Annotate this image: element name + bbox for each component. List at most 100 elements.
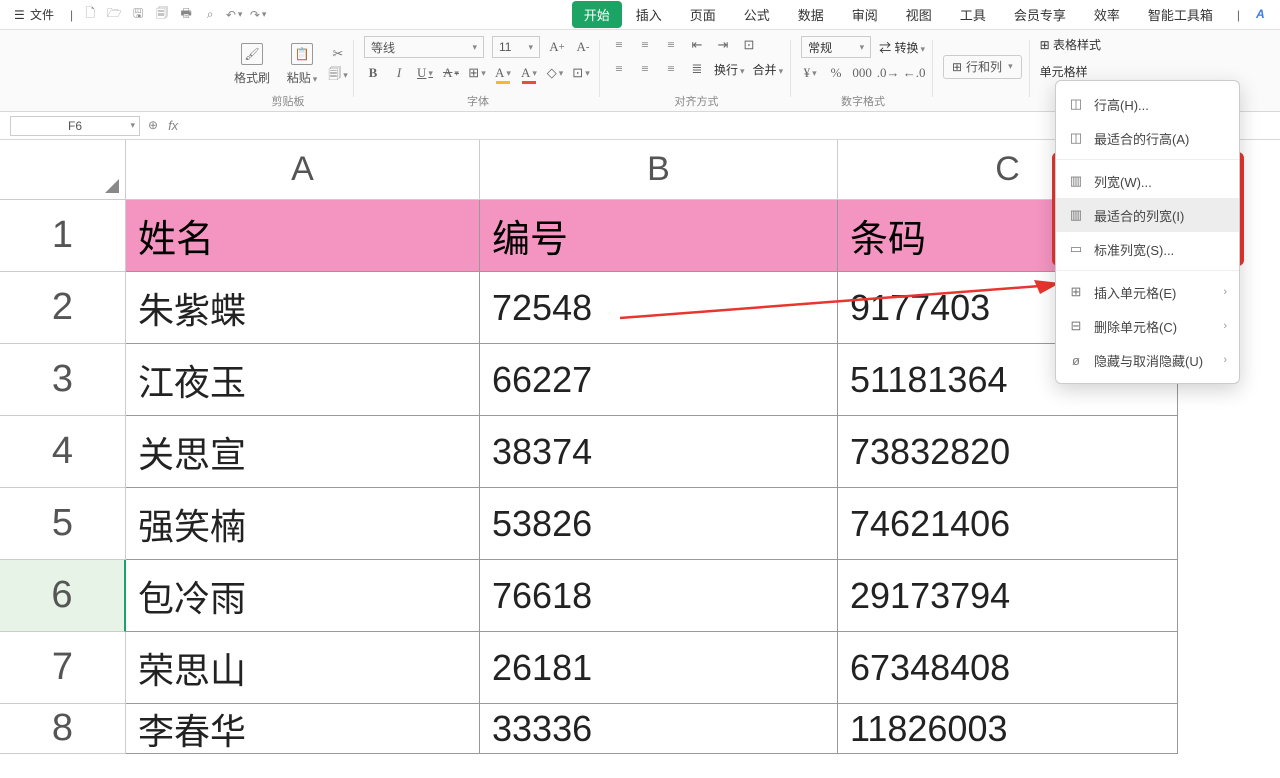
- menu-item-default-width[interactable]: ▭标准列宽(S)...: [1056, 232, 1239, 266]
- indent-decrease-icon[interactable]: ⇤: [688, 36, 706, 54]
- decrease-font-icon[interactable]: A-: [574, 38, 592, 56]
- file-menu[interactable]: ☰ 文件: [8, 2, 60, 27]
- cell[interactable]: 74621406: [838, 488, 1178, 560]
- col-header-B[interactable]: B: [480, 140, 838, 200]
- menu-item-row-height[interactable]: ◫行高(H)...: [1056, 87, 1239, 121]
- row-header[interactable]: 7: [0, 632, 126, 704]
- tab-member[interactable]: 会员专享: [1000, 0, 1080, 30]
- tab-data[interactable]: 数据: [784, 0, 838, 30]
- number-format-select[interactable]: 常规▾: [801, 36, 871, 58]
- open-icon[interactable]: 🗁: [107, 8, 121, 22]
- save-icon[interactable]: 🖫: [131, 8, 145, 22]
- redo-icon[interactable]: ↷▾: [251, 8, 265, 22]
- table-style-button[interactable]: ⊞ 表格样式: [1040, 36, 1101, 53]
- bold-button[interactable]: B: [364, 64, 382, 82]
- decrease-decimal-icon[interactable]: ←.0: [905, 64, 923, 82]
- strike-button[interactable]: A▾: [442, 64, 460, 82]
- cell[interactable]: 33336: [480, 704, 838, 754]
- indent-increase-icon[interactable]: ⇥: [714, 36, 732, 54]
- increase-decimal-icon[interactable]: .0→: [879, 64, 897, 82]
- italic-button[interactable]: I: [390, 64, 408, 82]
- font-size-select[interactable]: 11▾: [492, 36, 540, 58]
- orientation-icon[interactable]: ⊡: [740, 36, 758, 54]
- clear-format-button[interactable]: ◇▾: [546, 64, 564, 82]
- name-box[interactable]: F6▾: [10, 116, 140, 136]
- cell[interactable]: 关思宣: [126, 416, 480, 488]
- row-header[interactable]: 4: [0, 416, 126, 488]
- search-icon[interactable]: ⊕: [148, 118, 158, 133]
- paste-button[interactable]: 📋 粘贴▾: [280, 43, 324, 86]
- cell[interactable]: 江夜玉: [126, 344, 480, 416]
- menu-item-insert-cells[interactable]: ⊞插入单元格(E)›: [1056, 275, 1239, 309]
- tab-page[interactable]: 页面: [676, 0, 730, 30]
- print-preview-icon[interactable]: 🗐: [155, 8, 169, 22]
- currency-icon[interactable]: ¥▾: [801, 64, 819, 82]
- zoom-icon[interactable]: ⌕: [203, 8, 217, 22]
- cut-icon[interactable]: ✂: [330, 46, 346, 62]
- row-header[interactable]: 1: [0, 200, 126, 272]
- row-header[interactable]: 8: [0, 704, 126, 754]
- font-name-select[interactable]: 等线▾: [364, 36, 484, 58]
- format-painter-button[interactable]: 🖌 格式刷: [230, 43, 274, 86]
- cell[interactable]: 11826003: [838, 704, 1178, 754]
- font-color-button[interactable]: A▾: [520, 64, 538, 82]
- fx-label[interactable]: fx: [168, 118, 178, 133]
- cell[interactable]: 66227: [480, 344, 838, 416]
- tab-formula[interactable]: 公式: [730, 0, 784, 30]
- merge-button[interactable]: 合并▾: [753, 61, 784, 78]
- align-center-icon[interactable]: ≡: [636, 60, 654, 78]
- cell[interactable]: 荣思山: [126, 632, 480, 704]
- new-doc-icon[interactable]: 🗋: [83, 8, 97, 22]
- align-middle-icon[interactable]: ≡: [636, 36, 654, 54]
- tab-smart-toolbox[interactable]: 智能工具箱: [1134, 0, 1227, 30]
- header-cell[interactable]: 编号: [480, 200, 838, 272]
- align-left-icon[interactable]: ≡: [610, 60, 628, 78]
- align-bottom-icon[interactable]: ≡: [662, 36, 680, 54]
- cell[interactable]: 26181: [480, 632, 838, 704]
- underline-button[interactable]: U▾: [416, 64, 434, 82]
- row-header[interactable]: 2: [0, 272, 126, 344]
- cell-style-button[interactable]: 单元格样: [1040, 63, 1088, 80]
- row-header[interactable]: 5: [0, 488, 126, 560]
- distribute-icon[interactable]: ≣: [688, 60, 706, 78]
- cell[interactable]: 29173794: [838, 560, 1178, 632]
- cell[interactable]: 强笑楠: [126, 488, 480, 560]
- tab-tools[interactable]: 工具: [946, 0, 1000, 30]
- increase-font-icon[interactable]: A+: [548, 38, 566, 56]
- col-header-A[interactable]: A: [126, 140, 480, 200]
- cell[interactable]: 76618: [480, 560, 838, 632]
- menu-item-col-width[interactable]: ▥列宽(W)...: [1056, 164, 1239, 198]
- undo-icon[interactable]: ↶▾: [227, 8, 241, 22]
- menu-item-autofit-row[interactable]: ◫最适合的行高(A): [1056, 121, 1239, 155]
- convert-button[interactable]: ⇄ 转换▾: [879, 39, 925, 56]
- comma-icon[interactable]: 000: [853, 64, 871, 82]
- cell[interactable]: 包冷雨: [126, 560, 480, 632]
- menu-item-hide-unhide[interactable]: ø隐藏与取消隐藏(U)›: [1056, 343, 1239, 377]
- tab-start[interactable]: 开始: [572, 1, 622, 28]
- tab-view[interactable]: 视图: [892, 0, 946, 30]
- cell[interactable]: 53826: [480, 488, 838, 560]
- tab-efficiency[interactable]: 效率: [1080, 0, 1134, 30]
- tab-insert[interactable]: 插入: [622, 0, 676, 30]
- menu-item-autofit-col[interactable]: ▥最适合的列宽(I): [1056, 198, 1239, 232]
- rows-cols-button[interactable]: ⊞ 行和列 ▾: [943, 55, 1022, 79]
- cell[interactable]: 67348408: [838, 632, 1178, 704]
- cell[interactable]: 73832820: [838, 416, 1178, 488]
- row-header[interactable]: 3: [0, 344, 126, 416]
- copy-icon[interactable]: 🗐▾: [330, 68, 346, 84]
- cell[interactable]: 李春华: [126, 704, 480, 754]
- align-top-icon[interactable]: ≡: [610, 36, 628, 54]
- menu-item-delete-cells[interactable]: ⊟删除单元格(C)›: [1056, 309, 1239, 343]
- header-cell[interactable]: 姓名: [126, 200, 480, 272]
- phonetic-button[interactable]: ⊡▾: [572, 64, 590, 82]
- align-right-icon[interactable]: ≡: [662, 60, 680, 78]
- tab-review[interactable]: 审阅: [838, 0, 892, 30]
- print-icon[interactable]: 🖶: [179, 8, 193, 22]
- cell[interactable]: 72548: [480, 272, 838, 344]
- select-all-corner[interactable]: [0, 140, 126, 200]
- row-header[interactable]: 6: [0, 560, 126, 632]
- wrap-button[interactable]: 换行▾: [714, 61, 745, 78]
- border-button[interactable]: ⊞▾: [468, 64, 486, 82]
- percent-icon[interactable]: %: [827, 64, 845, 82]
- fill-color-button[interactable]: A▾: [494, 64, 512, 82]
